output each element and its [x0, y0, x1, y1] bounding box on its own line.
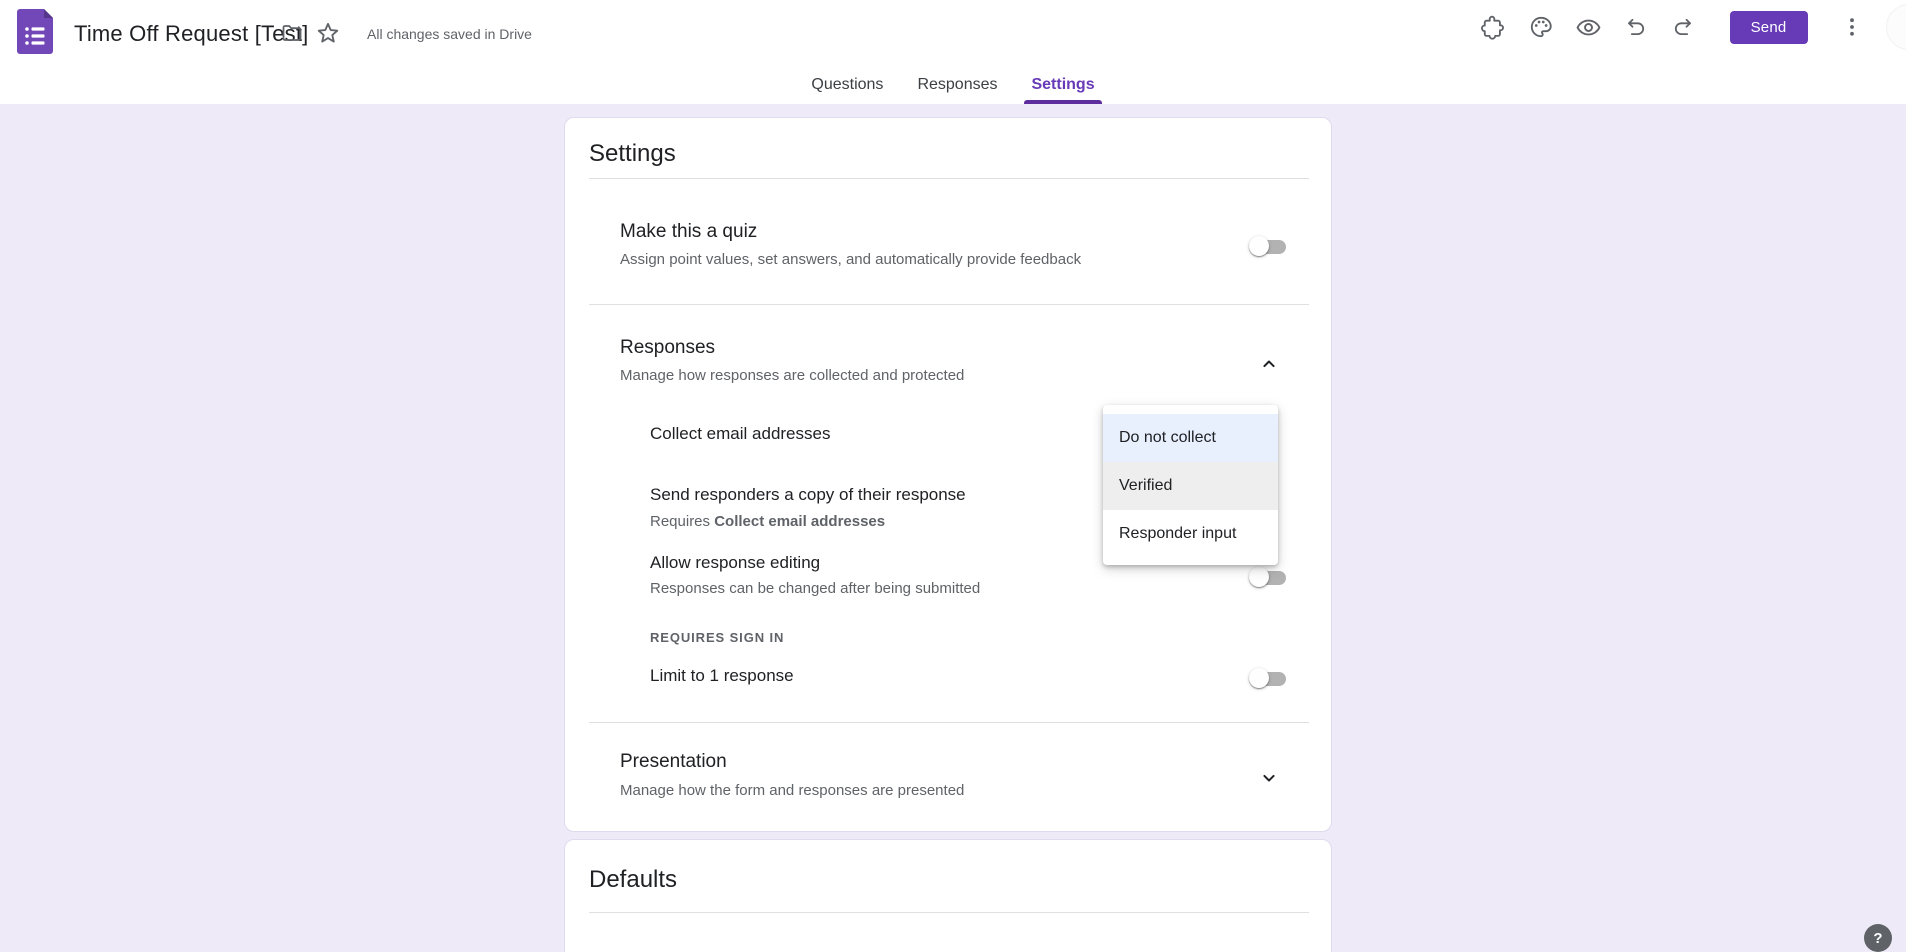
allow-editing-toggle[interactable]	[1249, 567, 1286, 588]
settings-page-content: Settings Make this a quiz Assign point v…	[0, 104, 1906, 952]
settings-card-title: Settings	[589, 138, 676, 170]
redo-button[interactable]	[1663, 7, 1703, 47]
menu-item-do-not-collect[interactable]: Do not collect	[1103, 414, 1278, 462]
google-forms-logo-icon[interactable]	[17, 8, 55, 54]
menu-item-responder-input[interactable]: Responder input	[1103, 510, 1278, 558]
requires-feature-name: Collect email addresses	[714, 513, 885, 530]
more-options-button[interactable]	[1832, 7, 1872, 47]
kebab-icon	[1840, 15, 1864, 39]
tab-responses[interactable]: Responses	[912, 70, 1002, 104]
send-button[interactable]: Send	[1730, 11, 1808, 44]
palette-icon	[1528, 14, 1554, 40]
chevron-up-icon	[1259, 354, 1279, 374]
menu-item-verified[interactable]: Verified	[1103, 462, 1278, 510]
responses-collapse-button[interactable]	[1257, 352, 1281, 376]
make-quiz-subtitle: Assign point values, set answers, and au…	[620, 250, 1081, 270]
collect-email-label: Collect email addresses	[650, 422, 830, 446]
allow-editing-subtitle: Responses can be changed after being sub…	[650, 579, 980, 599]
preview-button[interactable]	[1568, 7, 1608, 47]
star-icon	[315, 20, 341, 46]
help-button[interactable]: ?	[1864, 924, 1892, 952]
chevron-down-icon	[1259, 768, 1279, 788]
collect-email-dropdown-menu: Do not collect Verified Responder input	[1103, 405, 1278, 565]
toggle-knob	[1249, 236, 1269, 256]
requires-sign-in-header: REQUIRES SIGN IN	[650, 630, 784, 645]
presentation-expand-button[interactable]	[1257, 766, 1281, 790]
undo-button[interactable]	[1616, 7, 1656, 47]
make-quiz-toggle[interactable]	[1249, 236, 1286, 257]
defaults-card-title: Defaults	[589, 864, 677, 896]
account-avatar[interactable]	[1886, 4, 1906, 50]
tab-questions[interactable]: Questions	[806, 70, 888, 104]
responses-section-subtitle: Manage how responses are collected and p…	[620, 366, 964, 386]
toggle-knob	[1249, 567, 1269, 587]
divider	[589, 178, 1309, 179]
make-quiz-title: Make this a quiz	[620, 219, 757, 245]
star-form-button[interactable]	[308, 13, 348, 53]
divider	[589, 722, 1309, 723]
tab-bar: Questions Responses Settings	[0, 70, 1906, 104]
divider	[589, 304, 1309, 305]
limit-one-response-toggle[interactable]	[1249, 668, 1286, 689]
save-status[interactable]: All changes saved in Drive	[367, 26, 532, 42]
customize-theme-button[interactable]	[1521, 7, 1561, 47]
toggle-knob	[1249, 668, 1269, 688]
undo-icon	[1624, 15, 1648, 39]
redo-icon	[1671, 15, 1695, 39]
question-mark-icon: ?	[1873, 930, 1882, 947]
divider	[589, 912, 1309, 913]
eye-icon	[1575, 14, 1602, 41]
presentation-section-subtitle: Manage how the form and responses are pr…	[620, 781, 964, 801]
send-copy-requires-note: Requires Collect email addresses	[650, 512, 885, 532]
folder-icon	[280, 21, 304, 45]
responses-section-title: Responses	[620, 335, 715, 361]
send-copy-label: Send responders a copy of their response	[650, 483, 966, 507]
defaults-card: Defaults	[564, 839, 1332, 952]
allow-editing-label: Allow response editing	[650, 551, 820, 575]
add-ons-button[interactable]	[1473, 7, 1513, 47]
top-bar: Time Off Request [Test] All changes save…	[0, 0, 1906, 104]
tab-settings[interactable]: Settings	[1026, 70, 1099, 104]
move-to-folder-button[interactable]	[272, 13, 312, 53]
requires-prefix: Requires	[650, 513, 714, 530]
presentation-section-title: Presentation	[620, 749, 727, 775]
tab-settings-label: Settings	[1031, 76, 1094, 93]
limit-one-response-label: Limit to 1 response	[650, 664, 794, 688]
puzzle-icon	[1480, 14, 1506, 40]
header-actions: Send	[1473, 0, 1906, 54]
